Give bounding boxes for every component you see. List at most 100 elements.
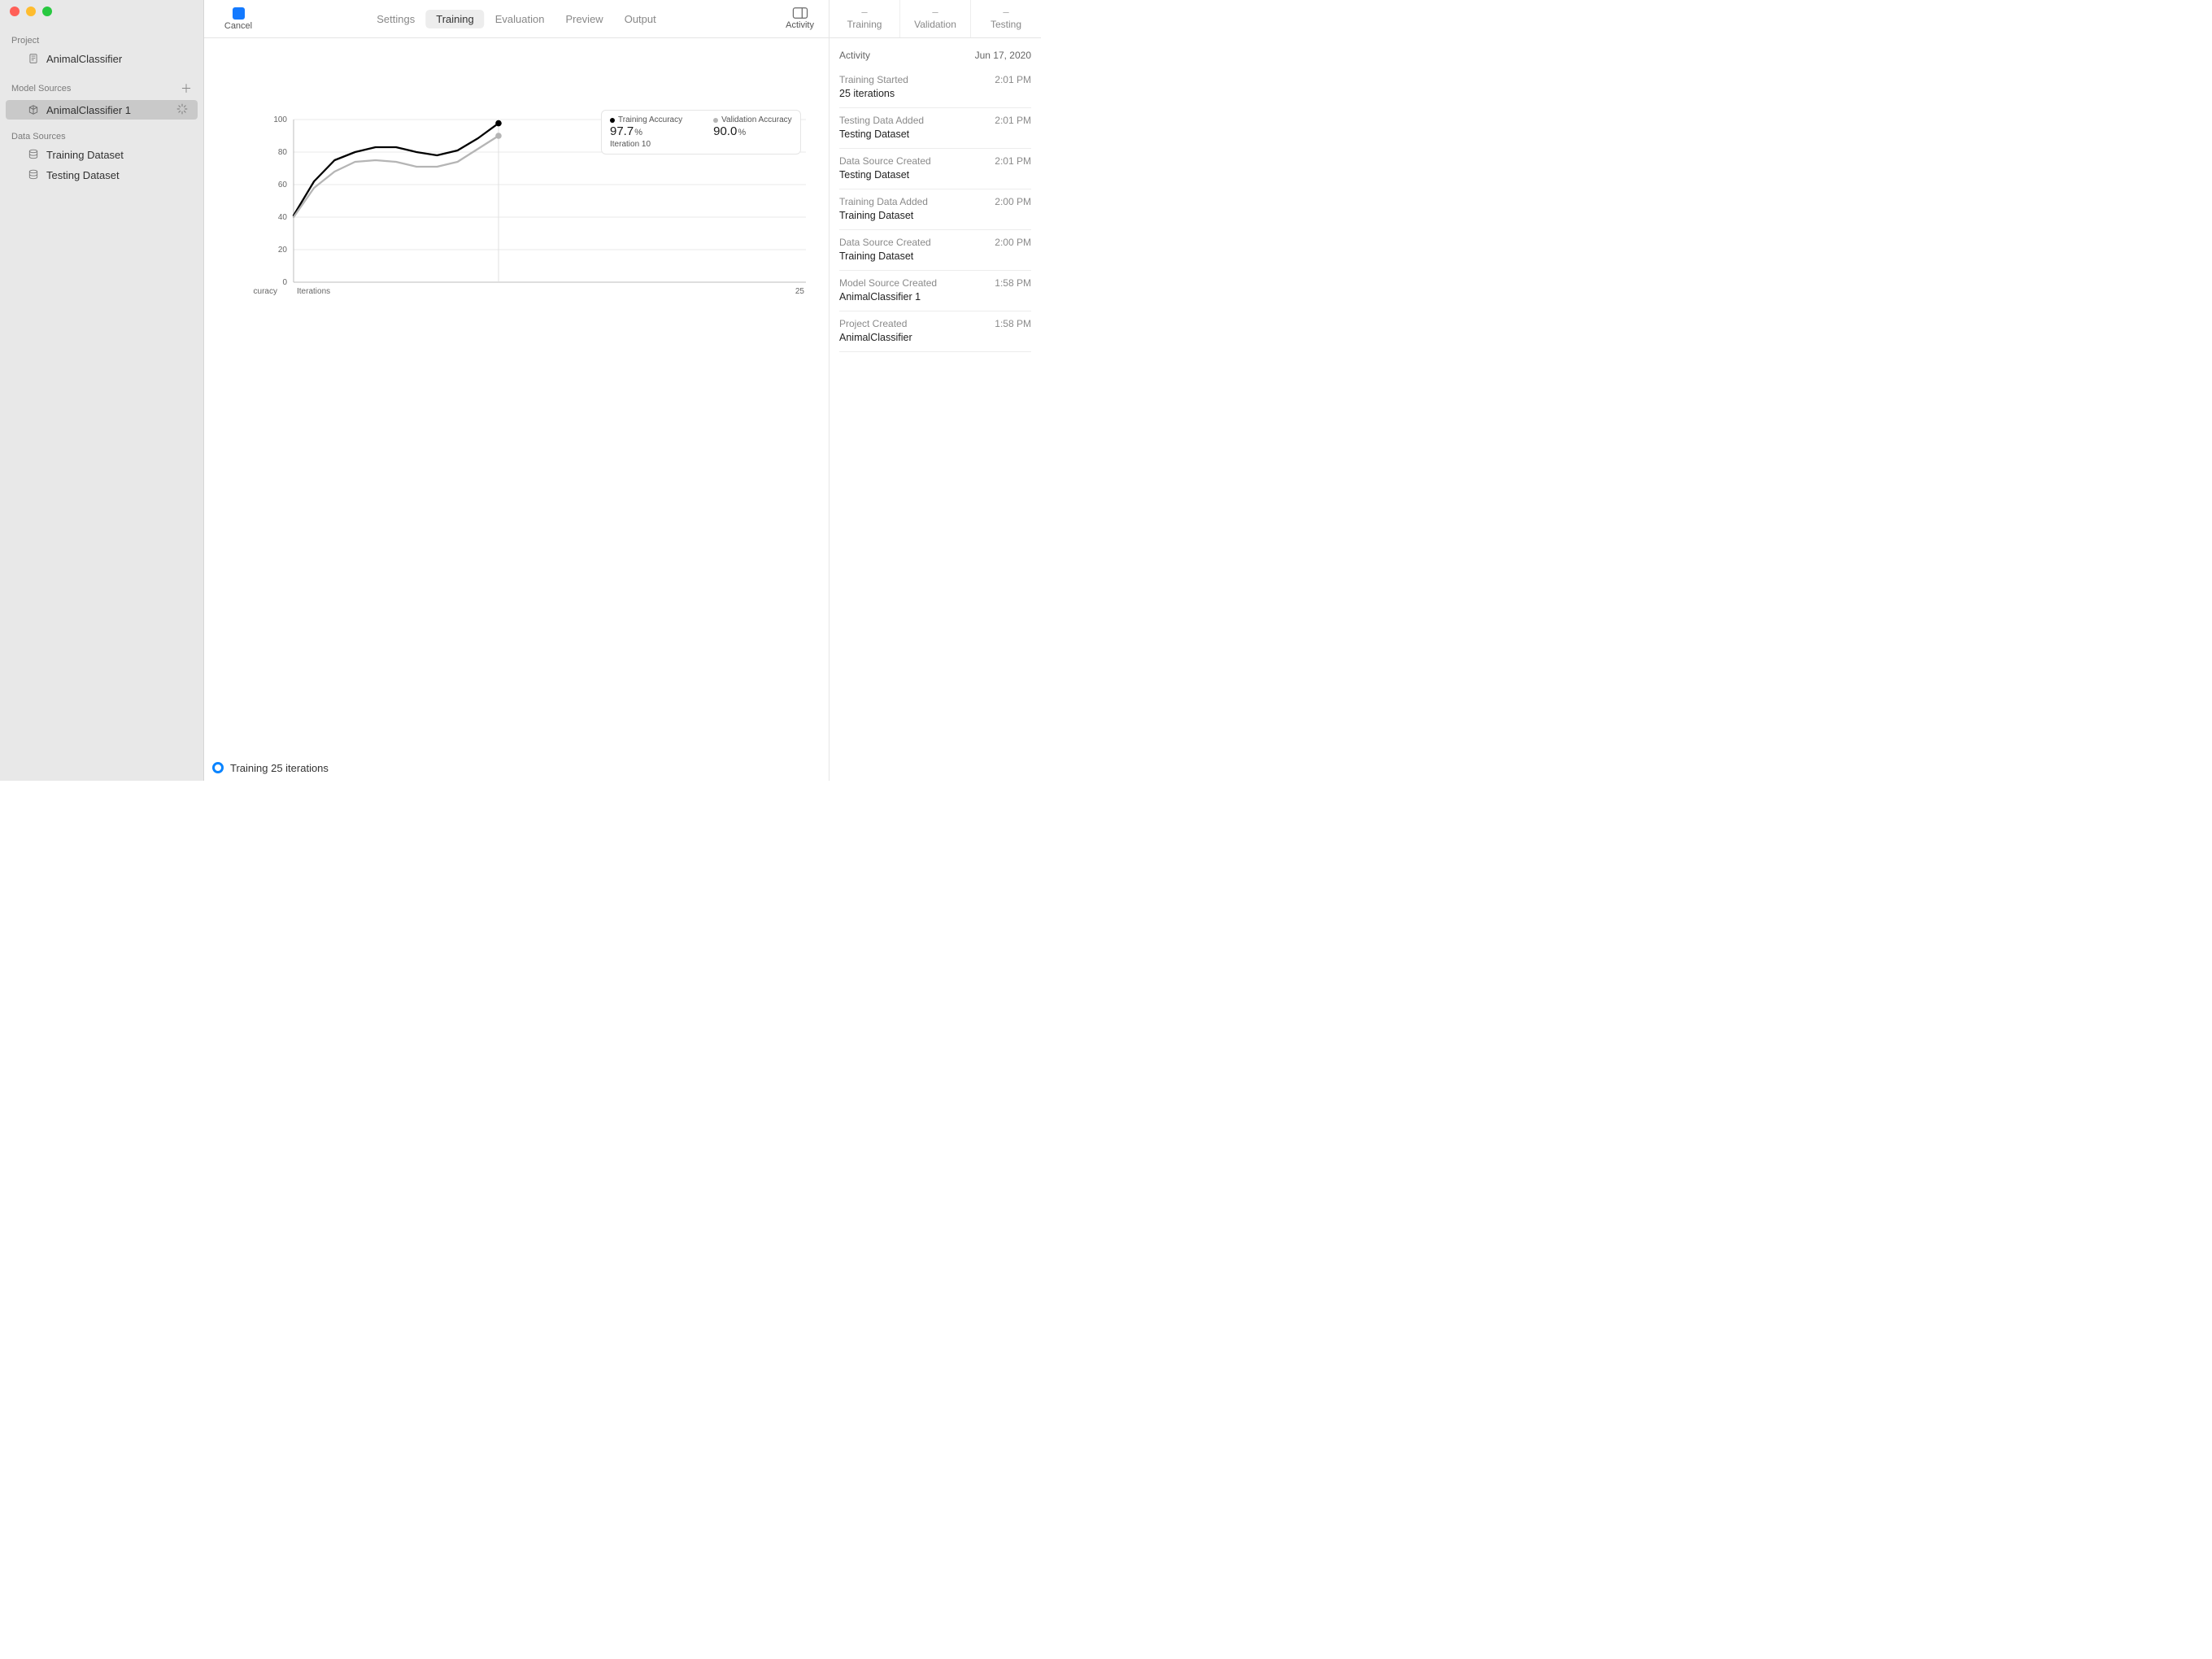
tab-output[interactable]: Output	[614, 10, 667, 28]
main-tabs: SettingsTrainingEvaluationPreviewOutput	[366, 10, 666, 28]
metric-cell-testing: – Testing	[970, 0, 1041, 37]
activity-detail: Training Dataset	[839, 210, 1031, 221]
model-sources-label: Model Sources	[11, 84, 71, 94]
activity-time: 2:01 PM	[995, 115, 1031, 126]
chart-legend: Training Accuracy 97.7 % Iteration 10 Va…	[601, 110, 801, 155]
svg-text:Accuracy: Accuracy	[253, 287, 277, 296]
tab-preview[interactable]: Preview	[555, 10, 613, 28]
metric-value: –	[861, 7, 867, 17]
data-source-item[interactable]: Training Dataset	[6, 145, 198, 164]
training-dot-icon	[610, 118, 615, 123]
toolbar: Cancel SettingsTrainingEvaluationPreview…	[204, 0, 829, 38]
metric-label: Training	[847, 19, 882, 30]
model-sources-section-header: Model Sources ＋	[0, 77, 203, 99]
data-source-name: Testing Dataset	[46, 169, 120, 181]
activity-title: Training Data Added	[839, 196, 928, 207]
status-bar: Training 25 iterations	[204, 755, 829, 781]
activity-time: 1:58 PM	[995, 277, 1031, 289]
validation-accuracy-label: Validation Accuracy	[721, 115, 792, 124]
tab-evaluation[interactable]: Evaluation	[485, 10, 555, 28]
metrics-summary: – Training – Validation – Testing	[830, 0, 1041, 38]
activity-panel: – Training – Validation – Testing Activity Ju…	[829, 0, 1041, 781]
main-content: Cancel SettingsTrainingEvaluationPreview…	[204, 0, 829, 781]
metric-label: Validation	[914, 19, 956, 30]
activity-title: Data Source Created	[839, 155, 931, 167]
metric-cell-training: – Training	[830, 0, 899, 37]
activity-header: Activity Jun 17, 2020	[830, 38, 1041, 67]
metric-value: –	[1003, 7, 1008, 17]
activity-title: Project Created	[839, 318, 907, 329]
project-item[interactable]: AnimalClassifier	[6, 49, 198, 68]
status-text: Training 25 iterations	[230, 762, 329, 774]
svg-text:80: 80	[278, 148, 288, 157]
validation-accuracy-value: 90.0	[713, 124, 737, 138]
spinner-icon	[176, 103, 189, 116]
activity-item: Training Data Added 2:00 PM Training Datas…	[839, 189, 1031, 230]
tab-training[interactable]: Training	[425, 10, 484, 28]
data-source-name: Training Dataset	[46, 149, 124, 161]
svg-text:20: 20	[278, 246, 288, 255]
activity-header-label: Activity	[839, 50, 870, 61]
activity-title: Testing Data Added	[839, 115, 924, 126]
database-icon	[27, 149, 40, 160]
cancel-label: Cancel	[224, 21, 252, 31]
chart-area: Training Accuracy 97.7 % Iteration 10 Va…	[204, 38, 829, 317]
project-name: AnimalClassifier	[46, 53, 122, 65]
activity-time: 2:01 PM	[995, 74, 1031, 85]
activity-detail: AnimalClassifier	[839, 332, 1031, 343]
metric-label: Testing	[991, 19, 1021, 30]
activity-time: 2:01 PM	[995, 155, 1031, 167]
sidebar-right-icon	[792, 7, 808, 19]
activity-toggle-label: Activity	[786, 20, 814, 30]
svg-text:100: 100	[273, 115, 287, 124]
svg-text:25: 25	[795, 287, 805, 296]
activity-panel-toggle[interactable]: Activity	[786, 7, 814, 30]
activity-title: Data Source Created	[839, 237, 931, 248]
stop-icon	[233, 7, 245, 20]
minimize-window-button[interactable]	[26, 7, 36, 16]
maximize-window-button[interactable]	[42, 7, 52, 16]
svg-text:0: 0	[282, 278, 287, 287]
activity-title: Model Source Created	[839, 277, 937, 289]
metric-value: –	[932, 7, 938, 17]
validation-dot-icon	[713, 118, 718, 123]
cancel-button[interactable]: Cancel	[219, 7, 258, 31]
tab-settings[interactable]: Settings	[366, 10, 425, 28]
add-model-source-button[interactable]: ＋	[181, 81, 192, 97]
activity-detail: Training Dataset	[839, 250, 1031, 262]
svg-text:60: 60	[278, 181, 288, 189]
data-source-item[interactable]: Testing Dataset	[6, 165, 198, 185]
cube-icon	[27, 104, 40, 115]
svg-text:40: 40	[278, 213, 288, 222]
activity-title: Training Started	[839, 74, 908, 85]
activity-list: Training Started 2:01 PM 25 iterations Test…	[830, 67, 1041, 352]
activity-item: Project Created 1:58 PM AnimalClassifier	[839, 311, 1031, 352]
activity-item: Testing Data Added 2:01 PM Testing Dataset	[839, 108, 1031, 149]
training-accuracy-unit: %	[634, 128, 642, 137]
activity-item: Data Source Created 2:01 PM Testing Datase…	[839, 149, 1031, 189]
activity-time: 2:00 PM	[995, 196, 1031, 207]
database-icon	[27, 169, 40, 181]
training-accuracy-label: Training Accuracy	[618, 115, 682, 124]
sidebar: Project AnimalClassifier Model Sources ＋…	[0, 0, 204, 781]
svg-text:Iterations: Iterations	[297, 287, 330, 296]
window-controls	[0, 0, 52, 23]
activity-item: Model Source Created1:58 PMAnimalClassif…	[839, 271, 1031, 311]
activity-detail: 25 iterations	[839, 88, 1031, 99]
close-window-button[interactable]	[10, 7, 20, 16]
iteration-label: Iteration 10	[610, 140, 682, 149]
activity-detail: Testing Dataset	[839, 128, 1031, 140]
metric-cell-validation: – Validation	[899, 0, 970, 37]
document-icon	[27, 53, 40, 64]
model-source-item[interactable]: AnimalClassifier 1	[6, 100, 198, 120]
validation-accuracy-unit: %	[738, 128, 746, 137]
activity-time: 1:58 PM	[995, 318, 1031, 329]
activity-detail: Testing Dataset	[839, 169, 1031, 181]
model-source-name: AnimalClassifier 1	[46, 104, 131, 116]
app-window: Project AnimalClassifier Model Sources ＋…	[0, 0, 1041, 781]
data-sources-label: Data Sources	[11, 132, 66, 142]
activity-item: Data Source Created2:00 PMTraining Datas…	[839, 230, 1031, 271]
training-accuracy-value: 97.7	[610, 124, 634, 138]
project-section-label: Project	[11, 36, 39, 46]
activity-item: Training Started 2:01 PM 25 iterations	[839, 67, 1031, 108]
